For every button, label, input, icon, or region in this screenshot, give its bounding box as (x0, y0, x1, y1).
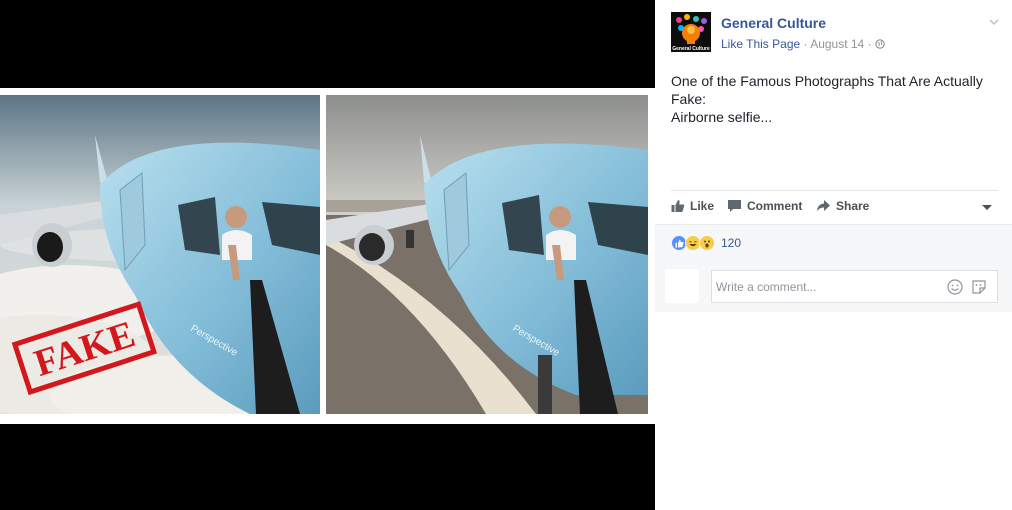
post-header: General Culture General Culture Like Thi… (671, 12, 1000, 54)
meta-separator: · (867, 37, 872, 51)
thumbs-up-icon (671, 200, 685, 212)
comment-button[interactable]: Comment (727, 199, 802, 213)
meta-separator: · (803, 37, 808, 51)
wow-reaction-icon (699, 235, 715, 251)
comment-label: Comment (747, 199, 803, 213)
comment-icon (728, 200, 741, 212)
page-name-link[interactable]: General Culture (721, 15, 826, 31)
comment-box[interactable] (711, 270, 998, 303)
comment-input[interactable] (712, 271, 937, 302)
photo-viewer[interactable]: Perspective FAKE Perspective (0, 0, 655, 510)
sticker-icon[interactable] (971, 279, 987, 295)
globe-icon (875, 39, 885, 49)
photo-fake-airborne-selfie[interactable]: Perspective FAKE (0, 95, 320, 414)
share-label: Share (836, 199, 870, 213)
share-icon (817, 200, 830, 212)
page-avatar[interactable]: General Culture (671, 12, 711, 52)
like-button[interactable]: Like (671, 199, 714, 213)
post-date[interactable]: August 14 (810, 37, 864, 51)
like-page-link[interactable]: Like This Page (721, 37, 800, 51)
commenter-avatar (665, 269, 699, 303)
post-sidebar: General Culture General Culture Like Thi… (655, 0, 1012, 510)
post-meta: Like This Page · August 14 · (721, 37, 885, 51)
reaction-count[interactable]: 120 (721, 236, 741, 250)
photo-original-ground-selfie[interactable]: Perspective (326, 95, 648, 414)
like-label: Like (690, 199, 715, 213)
chevron-down-icon[interactable] (988, 16, 1000, 28)
svg-text:General Culture: General Culture (672, 46, 710, 52)
reactions-summary[interactable]: 120 (671, 235, 741, 251)
share-menu-caret-icon[interactable] (982, 205, 992, 210)
emoji-icon[interactable] (947, 279, 963, 295)
post-text-line: Airborne selfie... (671, 109, 773, 125)
comments-section: 120 (655, 224, 1012, 312)
action-bar: Like Comment Share (671, 190, 998, 223)
post-text-line: One of the Famous Photographs That Are A… (671, 73, 987, 107)
share-button[interactable]: Share (816, 199, 869, 213)
post-text: One of the Famous Photographs That Are A… (671, 72, 1001, 126)
